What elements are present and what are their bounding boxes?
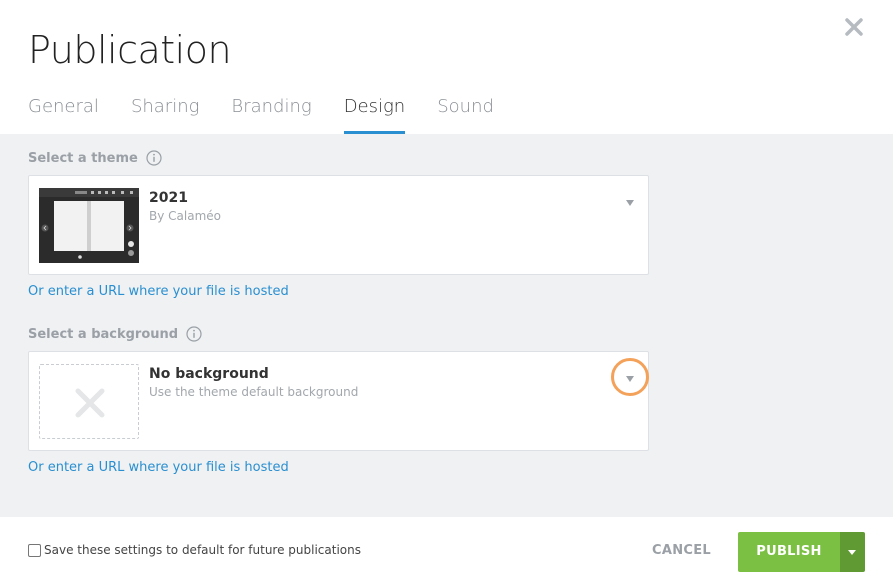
dialog-header: Publication General Sharing Branding Des…	[0, 0, 893, 134]
background-label-text: Select a background	[28, 326, 179, 342]
chevron-down-icon[interactable]	[624, 368, 636, 382]
info-icon[interactable]	[186, 326, 202, 342]
dialog-title: Publication	[28, 28, 232, 72]
background-description: Use the theme default background	[149, 385, 359, 399]
cancel-button[interactable]: CANCEL	[652, 543, 711, 558]
theme-author: By Calaméo	[149, 209, 221, 223]
background-name: No background	[149, 366, 269, 382]
design-panel: Select a theme 2021 By Calaméo Or enter …	[0, 134, 893, 517]
close-icon[interactable]	[843, 16, 865, 38]
background-thumbnail	[39, 364, 139, 439]
tab-general[interactable]: General	[28, 94, 99, 134]
chevron-down-icon	[848, 550, 856, 555]
chevron-down-icon[interactable]	[624, 192, 636, 206]
save-default-checkbox[interactable]	[28, 543, 41, 557]
theme-select[interactable]: 2021 By Calaméo	[28, 175, 649, 275]
tab-bar: General Sharing Branding Design Sound	[28, 94, 526, 134]
tab-design[interactable]: Design	[343, 94, 405, 134]
theme-url-link[interactable]: Or enter a URL where your file is hosted	[28, 284, 289, 299]
tab-sound[interactable]: Sound	[437, 94, 494, 134]
dialog-footer: Save these settings to default for futur…	[0, 517, 893, 585]
theme-thumbnail	[39, 188, 139, 263]
theme-name: 2021	[149, 190, 188, 206]
info-icon[interactable]	[146, 150, 162, 166]
theme-section-label: Select a theme	[28, 150, 162, 166]
publish-options-button[interactable]	[840, 532, 865, 572]
save-default-checkbox-wrap[interactable]: Save these settings to default for futur…	[28, 543, 361, 557]
background-select[interactable]: No background Use the theme default back…	[28, 351, 649, 451]
tab-sharing[interactable]: Sharing	[131, 94, 199, 134]
save-default-label[interactable]: Save these settings to default for futur…	[44, 543, 361, 557]
no-background-icon	[75, 388, 105, 418]
background-section-label: Select a background	[28, 326, 202, 342]
tab-branding[interactable]: Branding	[231, 94, 311, 134]
background-url-link[interactable]: Or enter a URL where your file is hosted	[28, 460, 289, 475]
theme-label-text: Select a theme	[28, 150, 138, 166]
publish-button[interactable]: PUBLISH	[738, 532, 840, 572]
